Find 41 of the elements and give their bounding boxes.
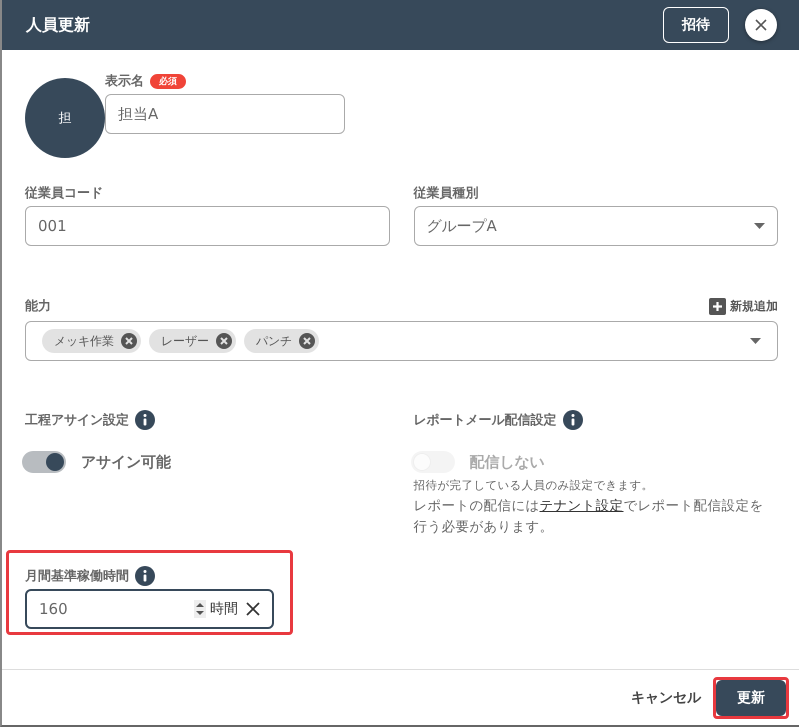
toggle-label: 配信しない bbox=[470, 452, 544, 472]
plus-icon bbox=[709, 298, 726, 314]
caret-icon bbox=[754, 223, 765, 229]
remove-icon[interactable] bbox=[216, 333, 232, 349]
ability-tag: パンチ bbox=[244, 329, 319, 353]
multi-select-field[interactable]: メッキ作業 レーザー パンチ bbox=[25, 321, 778, 361]
info-icon bbox=[135, 410, 155, 430]
caret-icon bbox=[750, 338, 761, 344]
info-icon bbox=[562, 410, 582, 430]
update-button[interactable]: 更新 bbox=[716, 680, 786, 716]
add-new-link[interactable]: 新規追加 bbox=[709, 298, 778, 314]
select-field[interactable]: グループA bbox=[414, 206, 778, 246]
input-field[interactable]: 001 bbox=[25, 206, 390, 246]
note-text: 招待が完了している人員のみ設定できます。 bbox=[414, 477, 654, 494]
note-text: レポートの配信にはテナント設定でレポート配信設定を行う必要があります。 bbox=[414, 497, 764, 537]
required-badge: 必須 bbox=[150, 74, 186, 88]
close-button[interactable] bbox=[745, 9, 777, 41]
ability-tag: レーザー bbox=[149, 329, 236, 353]
toggle-label: アサイン可能 bbox=[81, 452, 171, 472]
remove-icon[interactable] bbox=[121, 333, 137, 349]
setting-label: 工程アサイン設定 bbox=[25, 412, 129, 429]
field-label: 従業員種別 bbox=[414, 185, 478, 202]
field-label: 表示名 bbox=[105, 73, 144, 90]
field-label: 能力 bbox=[25, 298, 51, 315]
ability-tag: メッキ作業 bbox=[42, 329, 141, 353]
toggle-switch[interactable] bbox=[22, 451, 66, 473]
spinner-icon[interactable] bbox=[194, 600, 206, 618]
cancel-button[interactable]: キャンセル bbox=[621, 680, 711, 714]
remove-icon[interactable] bbox=[299, 333, 315, 349]
info-icon bbox=[135, 566, 155, 586]
input-field[interactable]: 担当A bbox=[105, 94, 345, 134]
setting-label: レポートメール配信設定 bbox=[414, 412, 556, 429]
invite-button[interactable]: 招待 bbox=[663, 7, 729, 43]
window-title: 人員更新 bbox=[26, 14, 91, 36]
field-label: 月間基準稼働時間 bbox=[25, 568, 129, 585]
avatar: 担 bbox=[25, 78, 105, 158]
clear-icon[interactable] bbox=[246, 602, 260, 616]
field-label: 従業員コード bbox=[25, 185, 103, 202]
close-icon bbox=[754, 18, 768, 32]
hours-input-field[interactable]: 160 時間 bbox=[25, 589, 274, 629]
unit-label: 時間 bbox=[210, 600, 238, 618]
